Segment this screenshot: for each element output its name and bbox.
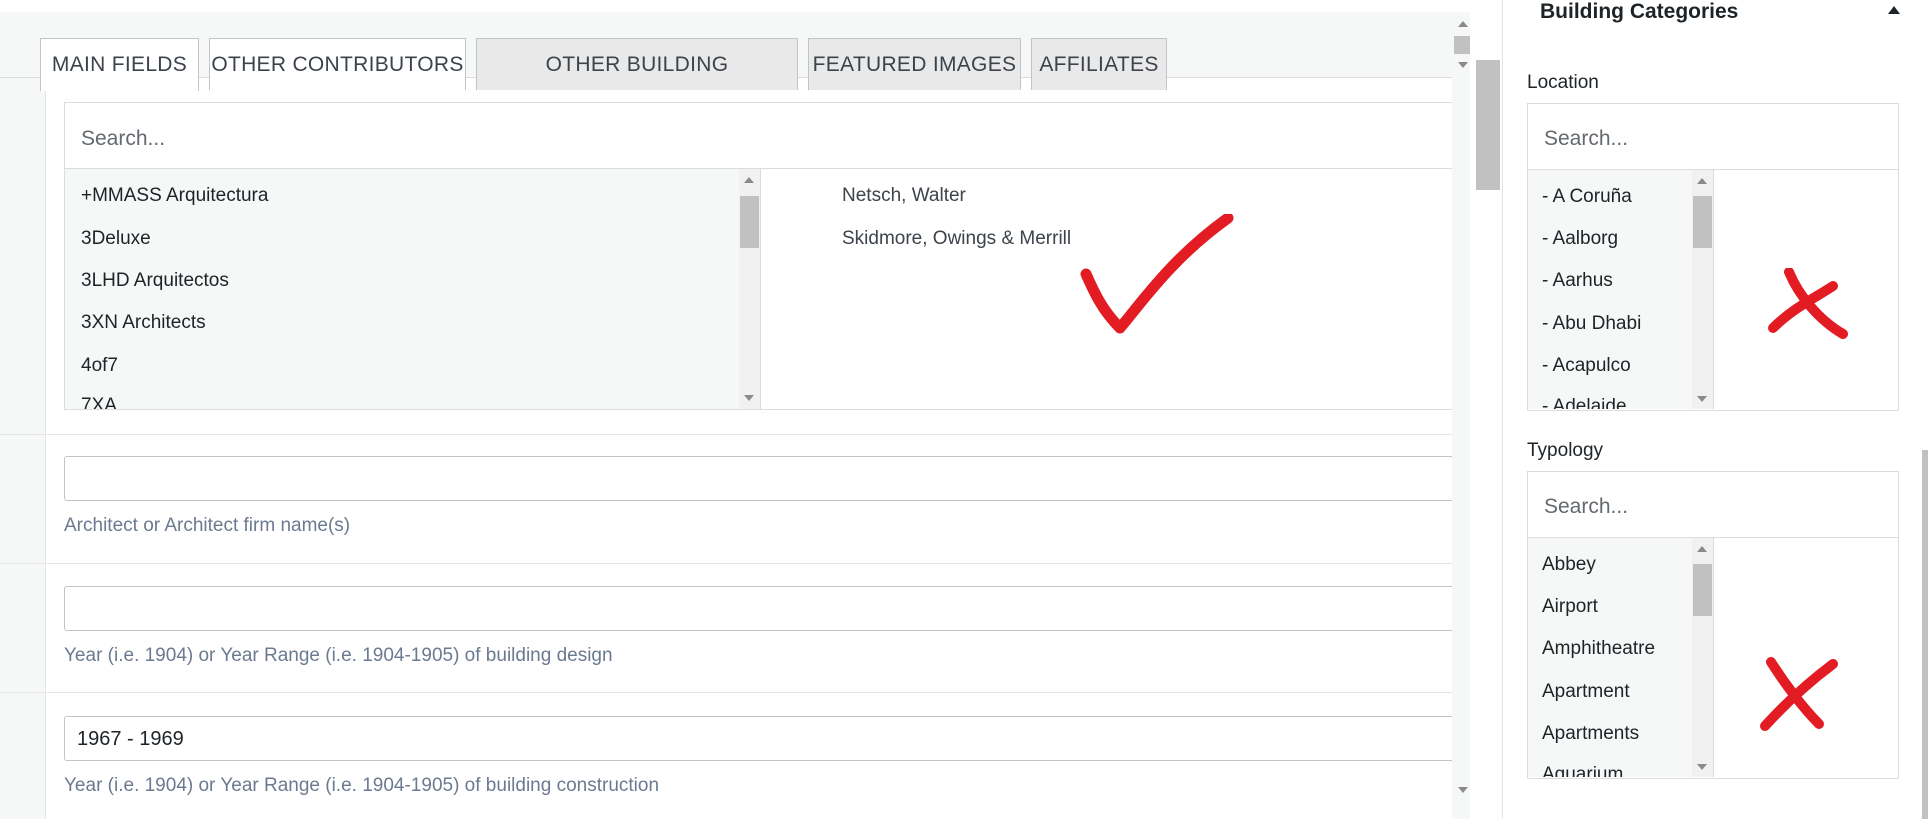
location-choice[interactable]: - Acapulco [1542,355,1631,377]
typology-choice[interactable]: Amphitheatre [1542,638,1655,660]
field-label-gutter [0,78,46,819]
architect-search-input[interactable]: Search... [65,103,1457,169]
architect-name-field[interactable] [64,456,1458,501]
scrollbar-thumb[interactable] [1693,564,1712,616]
architect-choice[interactable]: 3Deluxe [81,228,151,250]
cross-annotation-icon [1760,657,1838,731]
scroll-down-arrow-icon[interactable] [1458,787,1468,793]
architect-choice[interactable]: 3XN Architects [81,312,206,334]
scroll-up-arrow-icon[interactable] [1458,21,1468,27]
architect-name-hint: Architect or Architect firm name(s) [64,515,351,536]
location-choice[interactable]: - Adelaide [1542,396,1627,409]
architect-choice[interactable]: +MMASS Arquitectura [81,185,268,207]
checkmark-annotation-icon [1080,214,1234,334]
cross-annotation-icon [1768,268,1848,339]
typology-choice[interactable]: Apartment [1542,681,1630,703]
scroll-up-arrow-icon[interactable] [744,177,754,183]
typology-choices-list[interactable]: Abbey Airport Amphitheatre Apartment Apa… [1528,538,1714,777]
sidebar-scrollbar-thumb[interactable] [1922,450,1928,819]
construction-year-field[interactable]: 1967 - 1969 [64,716,1458,761]
architect-choices-list[interactable]: +MMASS Arquitectura 3Deluxe 3LHD Arquite… [65,169,761,409]
design-year-field[interactable] [64,586,1458,631]
location-label: Location [1527,72,1599,93]
location-choice[interactable]: - Aarhus [1542,270,1613,292]
location-search-input[interactable]: Search... [1528,104,1898,170]
scroll-down-arrow-icon[interactable] [1697,396,1707,402]
construction-year-hint: Year (i.e. 1904) or Year Range (i.e. 190… [64,775,660,796]
panel-title: Building Categories [1540,0,1739,23]
architect-relationship-picker: Search... +MMASS Arquitectura 3Deluxe 3L… [64,102,1458,410]
scrollbar-thumb[interactable] [740,196,759,248]
collapse-triangle-icon[interactable] [1888,6,1900,14]
tab-bar: MAIN FIELDS OTHER CONTRIBUTORS OTHER BUI… [0,12,1470,128]
main-fields-panel: MAIN FIELDS OTHER CONTRIBUTORS OTHER BUI… [0,0,1470,819]
divider [0,692,1470,693]
location-choice[interactable]: - Abu Dhabi [1542,313,1641,335]
architect-choice[interactable]: 4of7 [81,355,118,377]
page-scrollbar-thumb[interactable] [1476,60,1500,190]
location-choice[interactable]: - Aalborg [1542,228,1618,250]
scroll-down-arrow-icon[interactable] [744,395,754,401]
choices-scrollbar[interactable] [739,169,760,409]
location-choice[interactable]: - A Coruña [1542,186,1632,208]
typology-choice[interactable]: Abbey [1542,554,1596,576]
tab-featured-images[interactable]: FEATURED IMAGES [808,38,1021,90]
location-choices-list[interactable]: - A Coruña - Aalborg - Aarhus - Abu Dhab… [1528,170,1714,409]
design-year-hint: Year (i.e. 1904) or Year Range (i.e. 190… [64,645,613,666]
typology-label: Typology [1527,440,1604,461]
location-picker: Search... - A Coruña - Aalborg - Aarhus … [1527,103,1899,411]
tab-main-fields[interactable]: MAIN FIELDS [40,38,199,91]
typology-search-input[interactable]: Search... [1528,472,1898,538]
architect-choice[interactable]: 3LHD Arquitectos [81,270,229,292]
scroll-down-arrow-icon[interactable] [1697,764,1707,770]
selected-architect[interactable]: Skidmore, Owings & Merrill [842,228,1071,250]
selected-architect[interactable]: Netsch, Walter [842,185,966,207]
typology-scrollbar[interactable] [1692,538,1713,777]
scrollbar-thumb[interactable] [1693,196,1712,248]
divider [0,563,1470,564]
panel-scrollbar[interactable] [1452,12,1470,819]
typology-choice[interactable]: Apartments [1542,723,1639,745]
scroll-up-arrow-icon[interactable] [1697,178,1707,184]
architect-choice[interactable]: 7XA [81,395,117,409]
scroll-up-arrow-icon[interactable] [1697,546,1707,552]
tab-affiliates[interactable]: AFFILIATES [1031,38,1167,90]
location-scrollbar[interactable] [1692,170,1713,409]
typology-choice[interactable]: Airport [1542,596,1598,618]
typology-picker: Search... Abbey Airport Amphitheatre Apa… [1527,471,1899,779]
tab-other-contributors[interactable]: OTHER CONTRIBUTORS [209,38,466,90]
typology-choice[interactable]: Aquarium [1542,764,1623,777]
tab-other-building-properties[interactable]: OTHER BUILDING PROPERTIES [476,38,798,128]
scroll-down-arrow-icon[interactable] [1458,62,1468,68]
scrollbar-thumb[interactable] [1454,36,1470,54]
divider [0,434,1470,435]
